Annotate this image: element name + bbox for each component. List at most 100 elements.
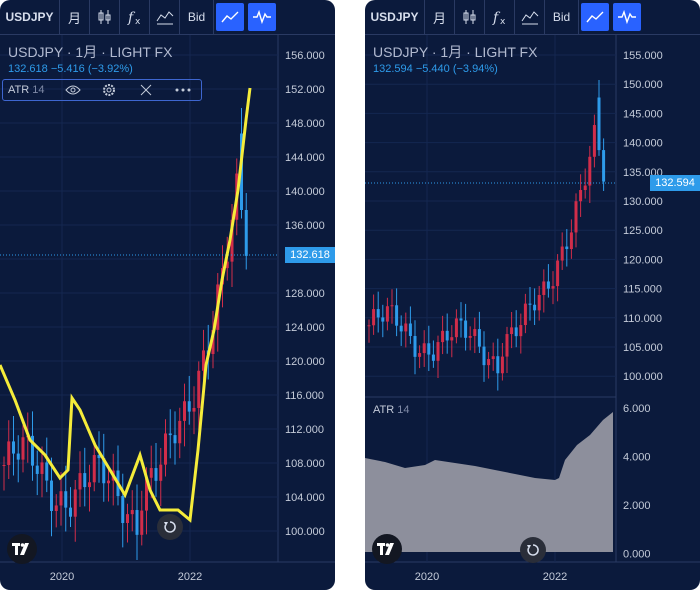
indicators-icon[interactable]: [150, 0, 180, 34]
bid-button[interactable]: Bid: [545, 0, 579, 34]
indicator-legend-atr[interactable]: ATR 14: [2, 79, 202, 101]
candle: [107, 480, 110, 484]
gear-icon[interactable]: [91, 83, 128, 97]
candle: [592, 125, 596, 157]
candle: [21, 437, 25, 460]
price-axis-label: 124.000: [285, 322, 325, 334]
candles-icon[interactable]: [455, 0, 485, 34]
line-chart-icon[interactable]: [216, 3, 244, 31]
candle: [168, 433, 172, 436]
candle: [491, 356, 495, 360]
time-axis-label: 2022: [178, 571, 202, 583]
atr-axis-label: 0.000: [623, 549, 651, 561]
candle: [505, 334, 509, 357]
indicators-icon[interactable]: [515, 0, 545, 34]
legend-change-pct: (−3.94%): [452, 63, 498, 75]
chart-panel-right[interactable]: 155.000 150.000 145.000 140.000 135.000 130.0…: [365, 0, 700, 590]
candle: [482, 346, 486, 366]
interval-button[interactable]: 月: [60, 0, 90, 34]
candle: [64, 491, 68, 508]
price-axis-label: 100.000: [285, 526, 325, 538]
line-chart-icon[interactable]: [581, 3, 609, 31]
symbol-button[interactable]: USDJPY: [365, 0, 425, 34]
tradingview-logo[interactable]: [7, 534, 37, 564]
candle: [468, 335, 472, 338]
close-icon[interactable]: [128, 84, 165, 96]
candle: [464, 320, 468, 338]
symbol-button[interactable]: USDJPY: [0, 0, 60, 34]
legend-price-line: 132.618 −5.416 (−3.92%): [8, 63, 133, 75]
legend-price-line: 132.594 −5.440 (−3.94%): [373, 63, 498, 75]
bid-button[interactable]: Bid: [180, 0, 214, 34]
interval-button[interactable]: 月: [425, 0, 455, 34]
price-axis-label: 120.000: [285, 356, 325, 368]
atr-axis-label: 2.000: [623, 500, 651, 512]
chart-canvas-right[interactable]: 155.000150.000145.000140.000135.000130.0…: [365, 0, 700, 590]
candle: [422, 343, 426, 354]
candle: [583, 185, 587, 191]
candle: [7, 441, 11, 465]
indicator-length: 14: [397, 404, 410, 416]
price-axis-label: 115.000: [623, 284, 662, 296]
candle: [376, 309, 380, 318]
candle: [126, 514, 129, 524]
candles-icon[interactable]: [90, 0, 120, 34]
indicator-label: ATR 14: [373, 404, 410, 416]
price-axis-label: 152.000: [285, 84, 325, 96]
time-axis-label: 2020: [415, 571, 439, 583]
candle: [140, 510, 144, 535]
candle: [556, 260, 560, 287]
candle: [487, 359, 491, 366]
candle: [560, 246, 564, 261]
candle: [35, 465, 39, 474]
price-axis-label: 136.000: [285, 220, 325, 232]
price-axis-label: 104.000: [285, 492, 325, 504]
candle: [183, 401, 186, 421]
candle: [523, 303, 527, 326]
fx-icon[interactable]: fx: [120, 0, 150, 34]
candle: [546, 281, 550, 289]
indicator-name: ATR: [373, 404, 395, 416]
candle: [164, 433, 167, 465]
candle: [404, 323, 408, 332]
candle: [159, 464, 163, 481]
candle: [45, 462, 49, 481]
indicator-label: ATR 14: [8, 84, 54, 96]
candle: [454, 318, 458, 338]
price-axis-label: 105.000: [623, 342, 663, 354]
price-axis-label: 108.000: [285, 458, 325, 470]
candle: [2, 465, 6, 466]
legend-price: 132.594: [373, 63, 413, 75]
svg-text:x: x: [500, 17, 506, 25]
legend-title: USDJPY · 1月 · LIGHT FX: [8, 44, 173, 60]
candle: [551, 286, 555, 289]
price-axis-label: 130.000: [623, 196, 663, 208]
legend-change: −5.440: [415, 63, 450, 75]
pulse-icon[interactable]: [613, 3, 641, 31]
candle: [510, 327, 514, 335]
candle: [579, 190, 583, 202]
candle: [496, 356, 500, 374]
time-axis-label: 2020: [50, 571, 74, 583]
chart-panel-left[interactable]: 156.000 152.000 148.000 144.000 140.000 136.0…: [0, 0, 335, 590]
tradingview-logo[interactable]: [372, 534, 402, 564]
indicator-length: 14: [32, 84, 45, 96]
candle: [445, 330, 449, 341]
fx-icon[interactable]: fx: [485, 0, 515, 34]
more-icon[interactable]: [164, 88, 201, 92]
candle: [92, 455, 96, 483]
candle: [528, 303, 532, 305]
price-axis-label: 144.000: [285, 152, 325, 164]
reset-icon[interactable]: [520, 537, 546, 563]
price-axis-label: 140.000: [623, 138, 663, 150]
eye-icon[interactable]: [54, 84, 91, 96]
candle: [459, 318, 463, 321]
reset-icon[interactable]: [157, 514, 183, 540]
price-axis-label: 128.000: [285, 288, 325, 300]
candle: [441, 330, 445, 343]
candle: [178, 420, 182, 444]
candle: [192, 407, 196, 412]
pulse-icon[interactable]: [248, 3, 276, 31]
candle: [602, 150, 606, 182]
candle: [514, 327, 518, 337]
